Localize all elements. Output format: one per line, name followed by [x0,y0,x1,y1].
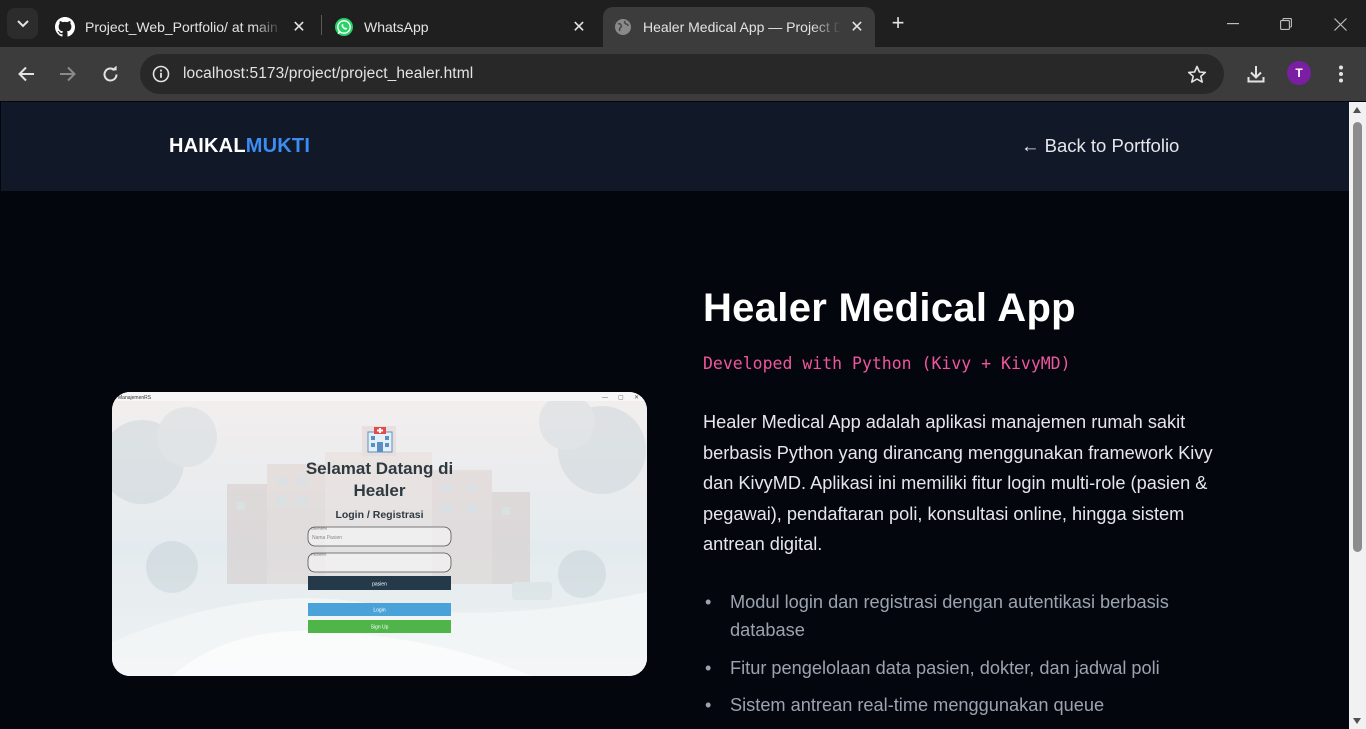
profile-avatar[interactable]: T [1287,61,1311,85]
logo-last-name: MUKTI [245,135,311,157]
welcome-heading-line1: Selamat Datang di [306,459,453,478]
chevron-down-icon [16,19,29,27]
welcome-heading-line2: Healer [354,481,406,500]
bullet-icon: • [705,657,712,678]
tab-title: Healer Medical App — Project Detail [643,19,841,35]
bullet-icon: • [705,695,712,715]
feature-item: • Sistem antrean real-time menggunakan qu… [703,691,1243,719]
minimize-icon[interactable] [1219,10,1247,38]
browser-toolbar: localhost:5173/project/project_healer.ht… [0,47,1366,101]
url-text[interactable]: localhost:5173/project/project_healer.ht… [183,65,473,83]
preview-signup-button: Sign Up [371,625,389,631]
new-tab-button[interactable]: + [886,12,910,36]
whatsapp-icon [334,17,354,37]
logo-first-name: HAIKAL [169,135,246,157]
project-screenshot: ManajemenRS — ▢ ✕ Selamat Datang di Heal… [112,392,647,676]
back-to-portfolio-link[interactable]: ← Back to Portfolio [1021,135,1179,157]
close-tab-icon[interactable]: ✕ [569,17,589,37]
scroll-up-arrow-icon[interactable] [1353,107,1361,113]
username-label: Username [311,527,327,531]
site-info-icon[interactable] [150,63,172,85]
feature-item: • Modul login dan registrasi dengan auten… [703,588,1243,644]
page-scrollbar[interactable] [1349,102,1366,729]
more-menu-icon[interactable] [1328,61,1354,87]
feature-text: Modul login dan registrasi dengan autent… [730,592,1169,640]
feature-list: • Modul login dan registrasi dengan auten… [703,588,1243,729]
login-subtitle: Login / Registrasi [335,509,423,521]
arrow-right-icon [59,66,76,82]
tab-github[interactable]: Project_Web_Portfolio/ at main ✕ [45,7,317,47]
address-bar[interactable]: localhost:5173/project/project_healer.ht… [140,54,1224,94]
close-tab-icon[interactable]: ✕ [289,17,309,37]
username-placeholder: Nama Pasien [312,535,342,541]
password-label: Password [311,553,326,557]
page-viewport: HAIKALMUKTI ← Back to Portfolio Manajeme… [1,102,1349,729]
browser-tab-strip: Project_Web_Portfolio/ at main ✕ WhatsAp… [0,0,1366,47]
tab-title: WhatsApp [364,19,429,35]
scroll-down-arrow-icon[interactable] [1353,718,1361,724]
project-tech-stack: Developed with Python (Kivy + KivyMD) [703,354,1071,373]
close-tab-icon[interactable]: ✕ [847,17,867,37]
restore-icon[interactable] [1272,10,1300,38]
tab-divider [321,15,322,35]
tab-title: Project_Web_Portfolio/ at main [85,19,278,35]
window-title: ManajemenRS [118,395,152,401]
window-close-icon[interactable] [1326,10,1354,38]
project-title: Healer Medical App [703,286,1076,330]
feature-item: • Fitur pengelolaan data pasien, dokter, … [703,654,1243,682]
bullet-icon: • [705,592,712,612]
downloads-icon[interactable] [1243,61,1269,87]
forward-button[interactable] [52,59,82,89]
reload-button[interactable] [95,59,125,89]
healer-app-preview-image: ManajemenRS — ▢ ✕ Selamat Datang di Heal… [112,392,647,676]
project-description: Healer Medical App adalah aplikasi manaj… [703,412,1213,555]
feature-text: Sistem antrean real-time menggunakan que… [730,695,1105,715]
tab-search-button[interactable] [7,8,38,39]
svg-text:▢: ▢ [618,395,624,401]
role-select-value: pasien [372,582,387,588]
svg-text:✕: ✕ [634,395,639,401]
preview-login-button: Login [373,608,385,614]
reload-icon [103,65,117,81]
site-header: HAIKALMUKTI ← Back to Portfolio [1,102,1349,191]
tab-whatsapp[interactable]: WhatsApp ✕ [324,7,597,47]
site-logo[interactable]: HAIKALMUKTI [169,135,310,158]
arrow-left-icon [17,66,34,82]
svg-text:—: — [602,395,608,401]
back-button[interactable] [11,59,41,89]
feature-text: Fitur pengelolaan data pasien, dokter, d… [730,657,1160,678]
scrollbar-thumb[interactable] [1353,122,1362,552]
github-icon [55,17,75,37]
tab-healer-medical-app[interactable]: Healer Medical App — Project Detail ✕ [603,7,875,47]
bookmark-star-icon[interactable] [1186,63,1208,85]
globe-icon [613,17,633,37]
